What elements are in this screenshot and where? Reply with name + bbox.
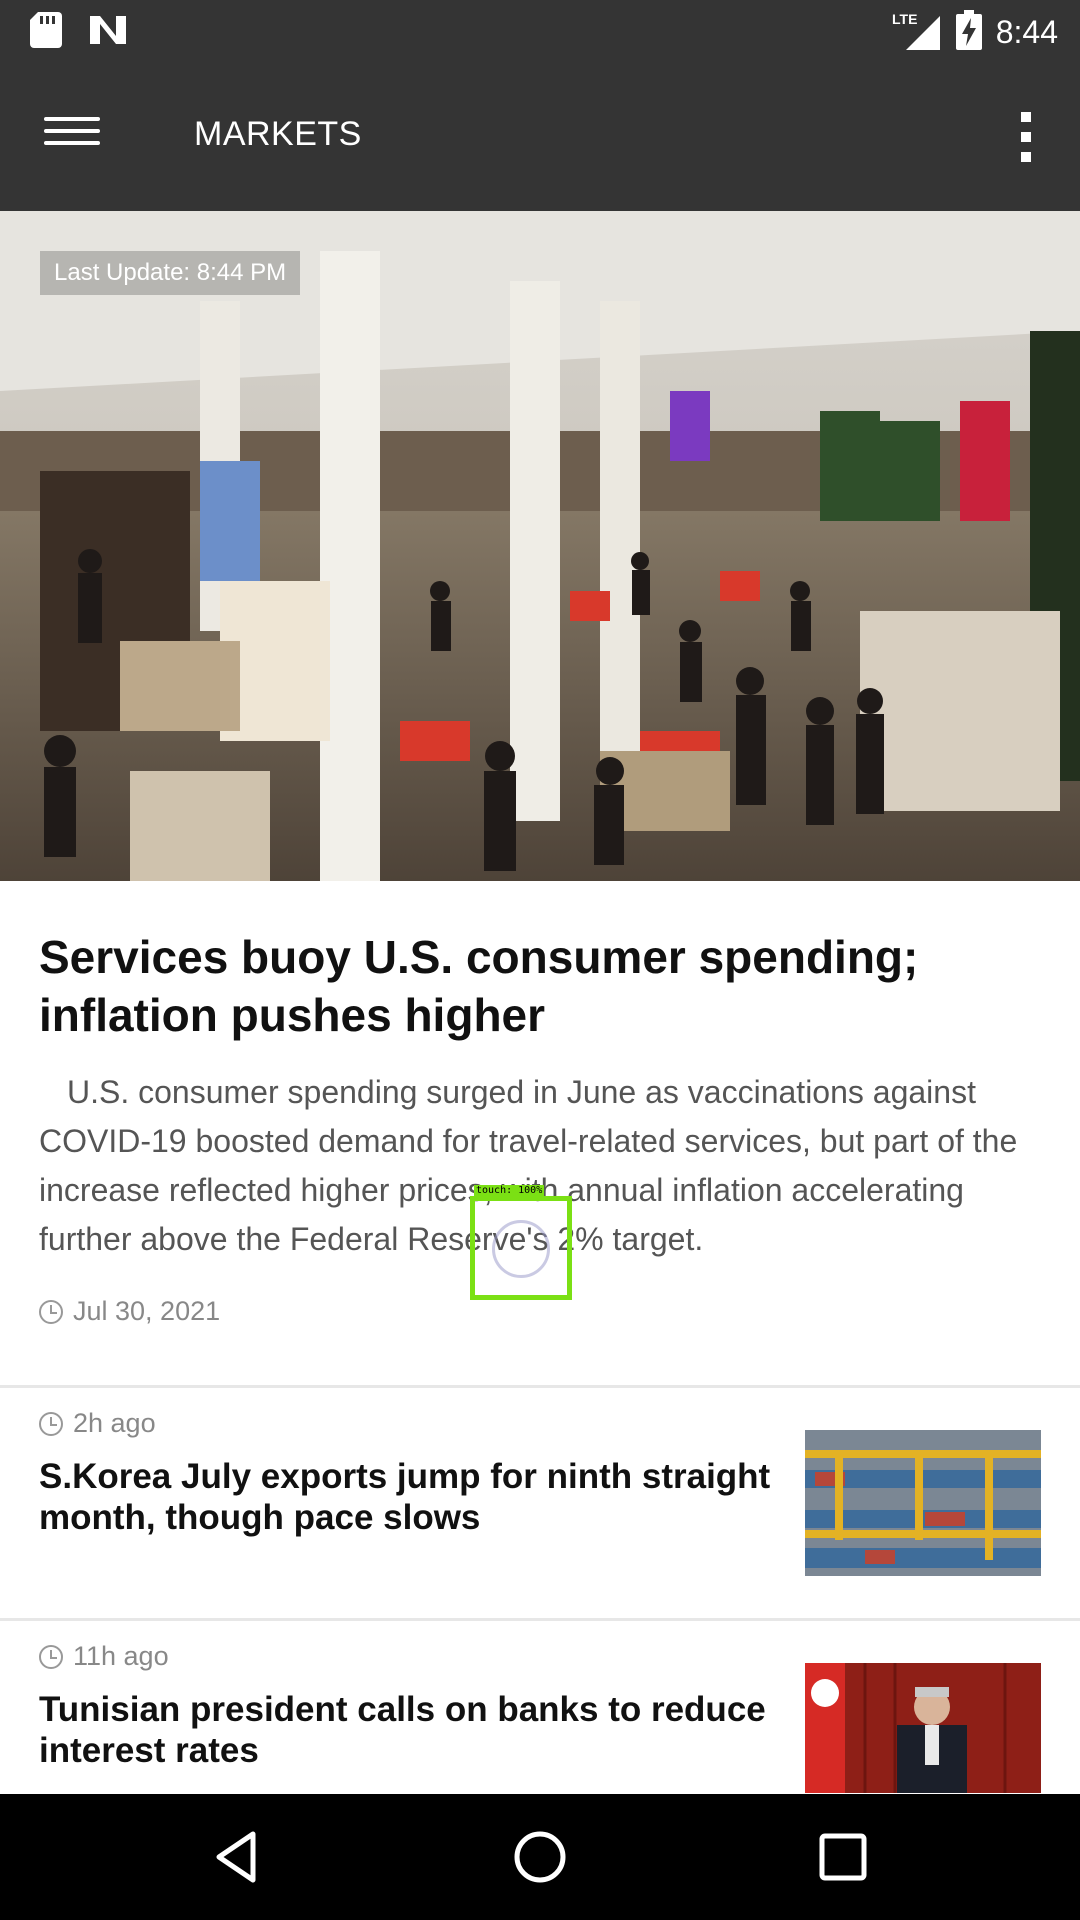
more-vertical-icon[interactable] bbox=[1006, 107, 1046, 167]
clock-icon bbox=[39, 1299, 63, 1324]
department-store-photo bbox=[0, 211, 1080, 881]
back-icon[interactable] bbox=[205, 1824, 271, 1890]
navigation-bar bbox=[0, 1794, 1080, 1920]
story-time: 2h ago bbox=[73, 1408, 156, 1438]
lte-signal-icon: LTE bbox=[892, 10, 942, 54]
clock-icon bbox=[39, 1411, 63, 1436]
sd-card-icon bbox=[30, 12, 62, 52]
touch-indicator-label: touch: 100% bbox=[474, 1185, 545, 1196]
hero-image[interactable]: Last Update: 8:44 PM bbox=[0, 211, 1080, 881]
recents-icon[interactable] bbox=[810, 1824, 876, 1890]
lte-label: LTE bbox=[892, 11, 917, 27]
story-thumbnail[interactable] bbox=[805, 1430, 1041, 1576]
port-cranes-photo bbox=[805, 1430, 1041, 1576]
lead-story-title[interactable]: Services buoy U.S. consumer spending; in… bbox=[39, 928, 1039, 1044]
hamburger-menu-icon[interactable] bbox=[44, 109, 100, 165]
last-update-label: Last Update: 8:44 PM bbox=[40, 251, 301, 295]
status-bar: LTE 8:44 bbox=[0, 0, 1080, 63]
president-photo bbox=[805, 1663, 1041, 1793]
lead-story-date: Jul 30, 2021 bbox=[39, 1296, 220, 1327]
story-thumbnail[interactable] bbox=[805, 1663, 1041, 1793]
story-title[interactable]: Tunisian president calls on banks to red… bbox=[39, 1689, 779, 1771]
story-meta: 11h ago bbox=[39, 1641, 169, 1672]
clock-icon bbox=[39, 1644, 63, 1669]
touch-indicator-box bbox=[470, 1196, 572, 1300]
lead-story-date-text: Jul 30, 2021 bbox=[73, 1296, 221, 1326]
story-meta: 2h ago bbox=[39, 1408, 156, 1439]
home-icon[interactable] bbox=[507, 1824, 573, 1890]
battery-charging-icon bbox=[955, 10, 982, 54]
story-title[interactable]: S.Korea July exports jump for ninth stra… bbox=[39, 1456, 779, 1538]
app-bar: MARKETS bbox=[0, 63, 1080, 211]
n-app-icon bbox=[88, 14, 128, 50]
page-title: MARKETS bbox=[194, 115, 362, 153]
list-item[interactable]: 2h ago S.Korea July exports jump for nin… bbox=[0, 1388, 1080, 1618]
story-time: 11h ago bbox=[73, 1641, 169, 1671]
status-time: 8:44 bbox=[995, 13, 1058, 50]
